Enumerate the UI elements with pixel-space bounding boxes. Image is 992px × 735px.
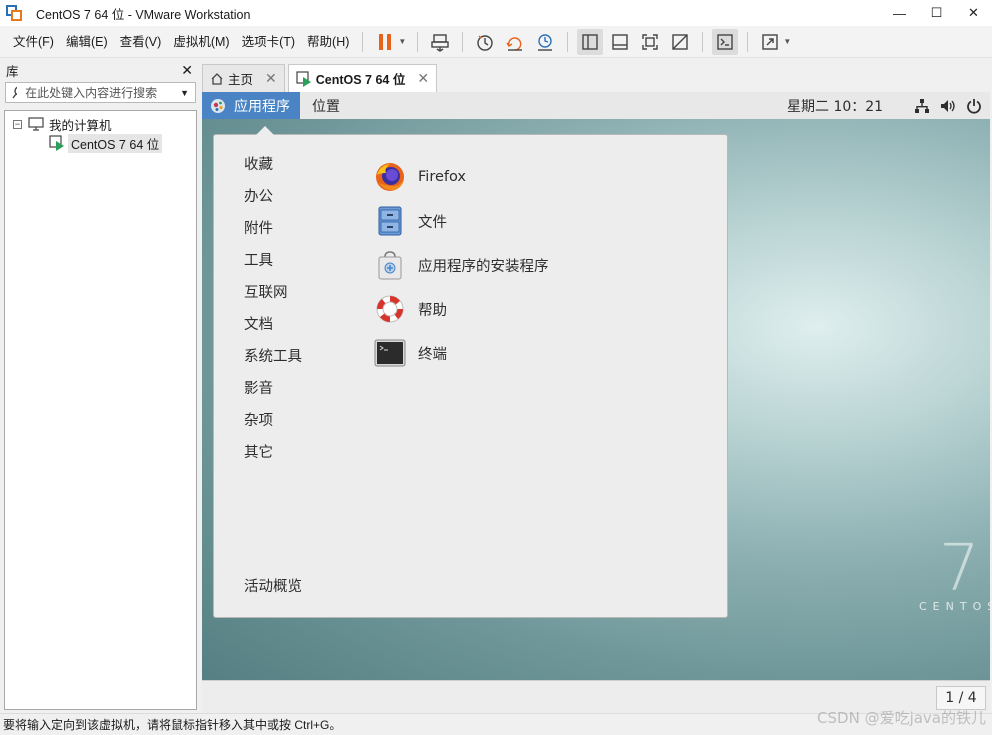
help-lifebuoy-icon bbox=[376, 295, 404, 323]
app-name: Firefox bbox=[418, 169, 466, 185]
status-text: 要将输入定向到该虚拟机，请将鼠标指针移入其中或按 Ctrl+G。 bbox=[3, 718, 342, 732]
show-thumbnail-bar-icon[interactable] bbox=[607, 29, 633, 55]
computer-icon bbox=[28, 117, 44, 131]
menu-tabs[interactable]: 选项卡(T) bbox=[236, 26, 301, 58]
show-library-icon[interactable] bbox=[577, 28, 604, 55]
terminal-icon bbox=[374, 339, 406, 367]
applications-menu-popup: 收藏 办公 附件 工具 互联网 文档 系统工具 影音 杂项 其它 活动概览 Fi… bbox=[213, 126, 728, 618]
tab-strip: 主页 ✕ CentOS 7 64 位 ✕ bbox=[202, 64, 440, 92]
tab-home[interactable]: 主页 ✕ bbox=[202, 64, 285, 92]
activities-overview-button[interactable]: 活动概览 bbox=[244, 575, 302, 596]
watermark: CSDN @爱吃java的铁儿 bbox=[817, 709, 986, 727]
pause-icon[interactable] bbox=[372, 29, 398, 55]
snapshot-take-icon[interactable] bbox=[472, 29, 498, 55]
app-name: 帮助 bbox=[418, 302, 447, 319]
software-installer-icon bbox=[378, 251, 402, 280]
menu-edit[interactable]: 编辑(E) bbox=[60, 26, 114, 58]
app-entry-files[interactable]: 文件 bbox=[374, 199, 549, 243]
search-input[interactable] bbox=[25, 85, 181, 100]
tree-item-my-computer[interactable]: − 我的计算机 bbox=[5, 115, 196, 133]
title-bar: CentOS 7 64 位 - VMware Workstation — ☐ ✕ bbox=[0, 0, 992, 26]
category-item[interactable]: 办公 bbox=[244, 186, 302, 218]
vm-console[interactable]: 应用程序 位置 星期二 10：21 7 CENTOS 收藏 办公 附件 工具 互… bbox=[202, 92, 990, 680]
home-icon bbox=[211, 72, 223, 85]
vmware-logo-icon bbox=[6, 5, 22, 21]
volume-icon[interactable] bbox=[940, 98, 956, 114]
gnome-top-bar: 应用程序 位置 星期二 10：21 bbox=[202, 92, 990, 119]
category-item[interactable]: 互联网 bbox=[244, 282, 302, 314]
minimize-button[interactable]: — bbox=[881, 0, 918, 26]
toolbar-separator bbox=[462, 31, 464, 52]
clock[interactable]: 星期二 10：21 bbox=[787, 96, 883, 116]
app-entry-software[interactable]: 应用程序的安装程序 bbox=[374, 243, 549, 287]
toolbar-separator bbox=[567, 31, 569, 52]
library-search: ▼ bbox=[5, 82, 196, 103]
toolbar-separator bbox=[417, 31, 419, 52]
category-item[interactable]: 收藏 bbox=[244, 154, 302, 186]
stretch-guest-icon[interactable] bbox=[757, 29, 783, 55]
applications-menu-label: 应用程序 bbox=[234, 98, 290, 115]
category-item[interactable]: 工具 bbox=[244, 250, 302, 282]
menu-file[interactable]: 文件(F) bbox=[7, 26, 60, 58]
library-title: 库 bbox=[6, 64, 19, 79]
library-close-icon[interactable]: ✕ bbox=[181, 62, 193, 79]
library-tree: − 我的计算机 CentOS 7 64 位 bbox=[4, 110, 197, 710]
files-cabinet-icon bbox=[378, 206, 402, 236]
tree-item-label: CentOS 7 64 位 bbox=[68, 133, 163, 153]
places-menu-button[interactable]: 位置 bbox=[312, 96, 340, 116]
category-item[interactable]: 系统工具 bbox=[244, 346, 302, 378]
collapse-icon[interactable]: − bbox=[13, 119, 22, 129]
app-name: 文件 bbox=[418, 214, 447, 231]
snapshot-manager-icon[interactable] bbox=[532, 29, 558, 55]
category-list: 收藏 办公 附件 工具 互联网 文档 系统工具 影音 杂项 其它 bbox=[244, 154, 302, 474]
tab-label: CentOS 7 64 位 bbox=[315, 73, 406, 87]
app-list: Firefox 文件 应用程序的安装程序 帮助 终端 bbox=[374, 155, 549, 375]
app-name: 应用程序的安装程序 bbox=[418, 258, 549, 275]
close-button[interactable]: ✕ bbox=[955, 0, 992, 26]
category-item[interactable]: 附件 bbox=[244, 218, 302, 250]
full-screen-icon[interactable] bbox=[637, 29, 663, 55]
app-entry-terminal[interactable]: 终端 bbox=[374, 331, 549, 375]
app-name: 终端 bbox=[418, 346, 447, 363]
tab-centos[interactable]: CentOS 7 64 位 ✕ bbox=[287, 64, 438, 92]
menu-view[interactable]: 查看(V) bbox=[114, 26, 168, 58]
menu-help[interactable]: 帮助(H) bbox=[301, 26, 355, 58]
tab-close-icon[interactable]: ✕ bbox=[265, 70, 277, 87]
toolbar-separator bbox=[362, 31, 364, 52]
category-item[interactable]: 杂项 bbox=[244, 410, 302, 442]
vm-running-icon bbox=[296, 70, 311, 87]
category-item[interactable]: 影音 bbox=[244, 378, 302, 410]
library-panel: 库 ✕ ▼ − 我的计算机 CentOS 7 64 位 bbox=[0, 58, 200, 713]
chevron-down-icon[interactable]: ▼ bbox=[398, 37, 406, 46]
send-ctrl-alt-del-icon[interactable] bbox=[427, 29, 453, 55]
tree-item-label: 我的计算机 bbox=[49, 118, 112, 133]
maximize-button[interactable]: ☐ bbox=[918, 0, 955, 26]
app-entry-help[interactable]: 帮助 bbox=[374, 287, 549, 331]
app-entry-firefox[interactable]: Firefox bbox=[374, 155, 549, 199]
centos-brand-word: CENTOS bbox=[919, 600, 990, 613]
snapshot-revert-icon[interactable] bbox=[502, 29, 528, 55]
network-icon[interactable] bbox=[914, 98, 930, 114]
tab-close-icon[interactable]: ✕ bbox=[417, 70, 429, 87]
menu-bar: 文件(F) 编辑(E) 查看(V) 虚拟机(M) 选项卡(T) 帮助(H) ▼ … bbox=[0, 26, 992, 58]
search-icon bbox=[12, 86, 18, 99]
chevron-down-icon[interactable]: ▼ bbox=[783, 37, 791, 46]
tab-label: 主页 bbox=[228, 73, 254, 87]
firefox-icon bbox=[376, 163, 404, 191]
unity-mode-icon[interactable] bbox=[667, 29, 693, 55]
applications-menu-button[interactable]: 应用程序 bbox=[202, 92, 300, 119]
window-title: CentOS 7 64 位 - VMware Workstation bbox=[36, 7, 251, 22]
centos-brand-number: 7 bbox=[939, 532, 980, 606]
category-item[interactable]: 文档 bbox=[244, 314, 302, 346]
toolbar-separator bbox=[747, 31, 749, 52]
tree-item-centos[interactable]: CentOS 7 64 位 bbox=[5, 133, 196, 153]
console-view-icon[interactable] bbox=[712, 28, 739, 55]
gnome-foot-icon bbox=[211, 98, 225, 113]
chevron-down-icon[interactable]: ▼ bbox=[180, 88, 189, 98]
toolbar-separator bbox=[702, 31, 704, 52]
menu-vm[interactable]: 虚拟机(M) bbox=[167, 26, 235, 58]
vm-running-icon bbox=[49, 135, 64, 151]
category-item[interactable]: 其它 bbox=[244, 442, 302, 474]
power-icon[interactable] bbox=[966, 98, 982, 114]
